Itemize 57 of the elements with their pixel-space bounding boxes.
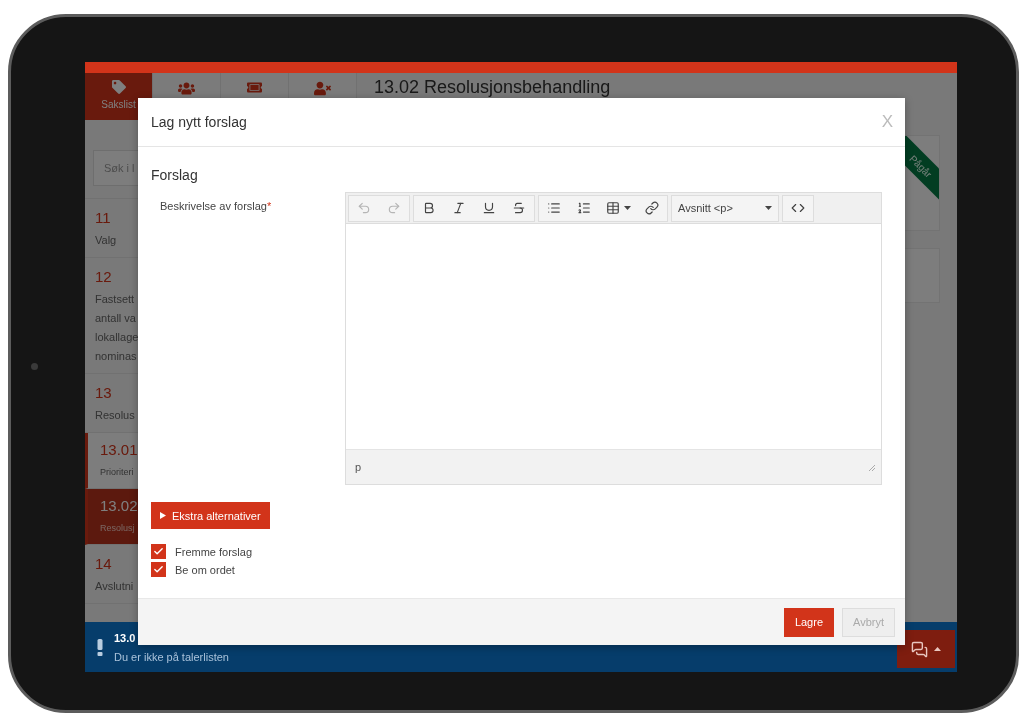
check-icon xyxy=(153,564,164,575)
notice-text: Du er ikke på talerlisten xyxy=(114,651,230,663)
item-title: Fastsett xyxy=(95,292,135,307)
item-title: Resolus xyxy=(95,408,135,423)
nav-tab[interactable]: Sakslist xyxy=(85,73,153,120)
item-title: antall va xyxy=(95,311,136,326)
chat-icon xyxy=(911,640,928,658)
checkbox[interactable] xyxy=(151,544,166,559)
code-icon xyxy=(791,201,805,215)
save-button[interactable]: Lagre xyxy=(783,607,834,637)
camera-dot xyxy=(31,363,38,370)
checkbox-label: Fremme forslag xyxy=(175,545,253,558)
format-dropdown[interactable]: Avsnitt <p> xyxy=(672,195,778,221)
notice-item: 13.0 xyxy=(114,632,137,644)
extra-options-button[interactable]: Ekstra alternativer xyxy=(151,502,270,529)
text-editor[interactable]: Avsnitt <p> p xyxy=(345,192,882,485)
page-title: 13.02 Resolusjonsbehandling xyxy=(373,76,612,99)
item-number: 13 xyxy=(95,384,112,401)
item-number: 13.02 xyxy=(100,497,138,514)
underline-icon xyxy=(482,201,496,215)
chat-button[interactable] xyxy=(897,630,955,668)
caret-icon xyxy=(934,647,941,651)
caret-icon xyxy=(765,206,772,210)
users-icon xyxy=(178,80,195,97)
exclamation-icon xyxy=(97,638,103,656)
item-number: 11 xyxy=(95,209,111,226)
numbered-list-icon xyxy=(577,201,591,215)
caret-icon xyxy=(623,206,631,210)
item-number: 14 xyxy=(95,555,112,572)
item-title: Prioriteri xyxy=(100,466,134,479)
field-label: Beskrivelse av forslag* xyxy=(160,200,272,212)
checkbox-label: Be om ordet xyxy=(175,563,235,576)
checkbox[interactable] xyxy=(151,562,166,577)
bold-icon xyxy=(422,201,436,215)
item-title: Avslutni xyxy=(95,579,134,594)
bullet-list-icon xyxy=(547,201,561,215)
section-title: Forslag xyxy=(151,167,198,183)
user-remove-icon xyxy=(314,80,331,97)
element-path: p xyxy=(355,461,362,473)
item-title: Valg xyxy=(95,233,117,248)
resize-grip-icon[interactable] xyxy=(868,463,875,471)
item-title: nominas xyxy=(95,349,137,364)
ticket-icon xyxy=(247,80,262,95)
modal-title: Lag nytt forslag xyxy=(151,114,247,130)
undo-icon xyxy=(357,201,371,215)
item-title: lokallage xyxy=(95,330,139,345)
item-title: Resolusj xyxy=(100,522,135,535)
check-icon xyxy=(153,546,164,557)
item-number: 12 xyxy=(95,268,112,285)
table-icon xyxy=(605,201,620,215)
link-icon xyxy=(645,201,659,215)
item-number: 13.01 xyxy=(100,441,138,458)
strikethrough-icon xyxy=(512,201,526,215)
redo-icon xyxy=(387,201,401,215)
tag-icon xyxy=(111,80,126,94)
play-icon xyxy=(160,512,166,519)
italic-icon xyxy=(452,201,466,215)
